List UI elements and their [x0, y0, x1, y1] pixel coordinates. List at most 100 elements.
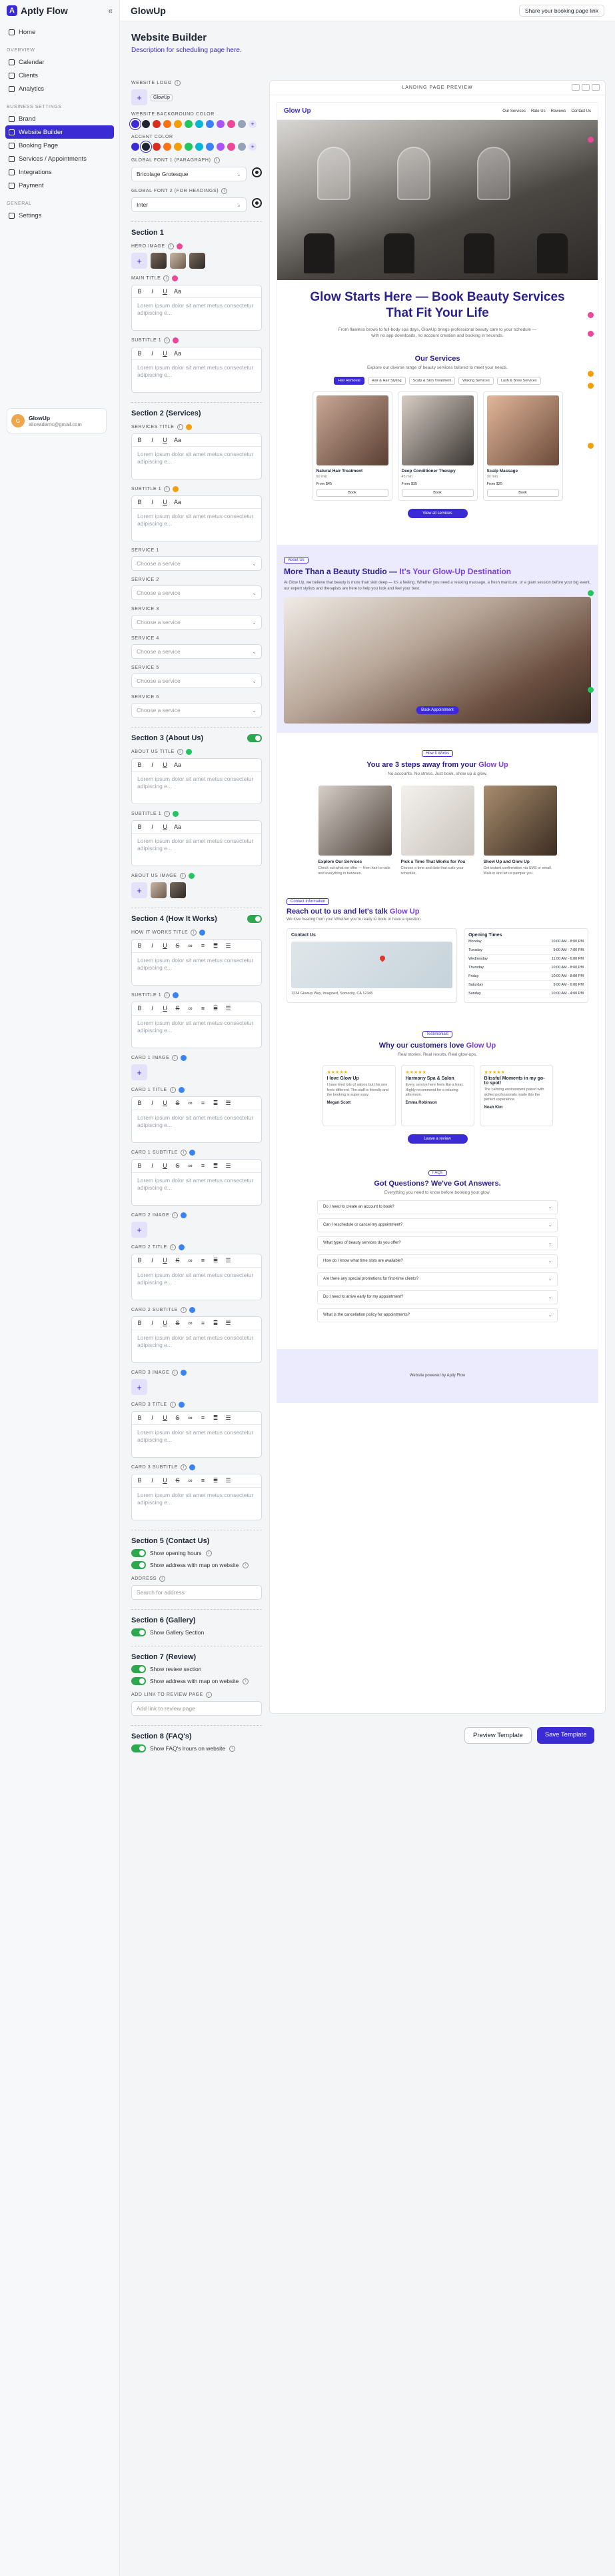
strike-icon[interactable]: S: [174, 1100, 181, 1107]
preview-template-button[interactable]: Preview Template: [464, 1727, 532, 1744]
user-card[interactable]: G GlowUp aliceadams@gmail.com: [7, 408, 107, 433]
editor-body[interactable]: Lorem ipsum dolor sit amet metus consect…: [132, 1173, 261, 1205]
main-title-editor[interactable]: B I U Aa Lorem ipsum dolor sit amet metus c…: [131, 285, 262, 331]
font2-select[interactable]: Inter ⌄: [131, 197, 247, 212]
link-icon[interactable]: ∞: [187, 1257, 194, 1264]
font-size-icon[interactable]: Aa: [174, 288, 181, 295]
site-link[interactable]: Our Services: [502, 109, 526, 113]
info-icon[interactable]: i: [172, 1055, 179, 1061]
color-swatch[interactable]: [142, 143, 150, 151]
strike-icon[interactable]: S: [174, 1414, 181, 1422]
italic-icon[interactable]: I: [149, 288, 156, 295]
underline-icon[interactable]: U: [161, 762, 169, 768]
faq-item[interactable]: What is the cancellation policy for appo…: [317, 1308, 558, 1322]
category-pill[interactable]: Hair & Hair Styling: [367, 376, 406, 385]
font2-default-radio[interactable]: [252, 198, 262, 208]
info-icon[interactable]: i: [172, 1212, 179, 1218]
info-icon[interactable]: i: [177, 424, 183, 430]
bold-icon[interactable]: B: [136, 1257, 143, 1264]
strike-icon[interactable]: S: [174, 1477, 181, 1484]
strike-icon[interactable]: S: [174, 1162, 181, 1170]
align-icon[interactable]: ☰: [225, 1320, 232, 1327]
service-3-select[interactable]: Choose a service ⌄: [131, 615, 262, 629]
underline-icon[interactable]: U: [161, 1257, 169, 1264]
color-swatch[interactable]: [174, 143, 182, 151]
list-icon[interactable]: ≡: [199, 1414, 207, 1422]
color-swatch[interactable]: [238, 120, 246, 128]
italic-icon[interactable]: I: [149, 1477, 156, 1484]
info-icon[interactable]: i: [169, 1402, 176, 1408]
color-swatch[interactable]: [195, 120, 203, 128]
show-review-toggle[interactable]: [131, 1665, 146, 1673]
site-link[interactable]: Contact Us: [571, 109, 591, 113]
info-icon[interactable]: i: [174, 80, 181, 86]
info-icon[interactable]: i: [167, 243, 174, 249]
about-title-editor[interactable]: B I U Aa Lorem ipsum dolor sit amet metus c…: [131, 758, 262, 804]
color-swatch[interactable]: [153, 143, 161, 151]
service-4-select[interactable]: Choose a service ⌄: [131, 644, 262, 659]
faq-item[interactable]: What types of beauty services do you off…: [317, 1236, 558, 1250]
bold-icon[interactable]: B: [136, 499, 143, 505]
upload-image-button[interactable]: +: [131, 1379, 147, 1395]
info-icon[interactable]: i: [164, 486, 171, 492]
align-icon[interactable]: ☰: [225, 942, 232, 950]
editor-body[interactable]: Lorem ipsum dolor sit amet metus consect…: [132, 1268, 261, 1300]
bold-icon[interactable]: B: [136, 942, 143, 950]
service-2-select[interactable]: Choose a service ⌄: [131, 585, 262, 600]
color-swatch[interactable]: [217, 143, 225, 151]
map[interactable]: [291, 941, 453, 988]
editor-body[interactable]: Lorem ipsum dolor sit amet metus consect…: [132, 834, 261, 866]
editor-body[interactable]: Lorem ipsum dolor sit amet metus consect…: [132, 1016, 261, 1048]
add-color-button[interactable]: +: [249, 120, 257, 128]
sidebar-item-analytics[interactable]: Analytics: [5, 82, 114, 95]
info-icon[interactable]: i: [164, 992, 171, 998]
book-button[interactable]: Book: [316, 489, 388, 497]
bold-icon[interactable]: B: [136, 1320, 143, 1327]
underline-icon[interactable]: U: [161, 1100, 169, 1107]
section-marker[interactable]: [588, 383, 594, 389]
share-link-button[interactable]: Share your booking page link: [518, 4, 604, 17]
link-icon[interactable]: ∞: [187, 1100, 194, 1107]
address-search-input[interactable]: Search for address: [131, 1585, 262, 1600]
info-icon[interactable]: i: [243, 1562, 249, 1568]
service-5-select[interactable]: Choose a service ⌄: [131, 674, 262, 688]
chevrons-left-icon[interactable]: «: [108, 6, 113, 15]
section-marker[interactable]: [588, 371, 594, 377]
italic-icon[interactable]: I: [149, 1162, 156, 1170]
italic-icon[interactable]: I: [149, 1005, 156, 1012]
sidebar-item-settings[interactable]: Settings: [5, 209, 114, 222]
section-marker[interactable]: [588, 443, 594, 449]
category-pill[interactable]: Scalp & Skin Treatment: [408, 376, 456, 385]
info-icon[interactable]: i: [181, 1307, 187, 1313]
sidebar-item-services[interactable]: Services / Appointments: [5, 152, 114, 165]
editor-body[interactable]: Lorem ipsum dolor sit amet metus consect…: [132, 298, 261, 330]
underline-icon[interactable]: U: [161, 499, 169, 505]
image-thumbnail[interactable]: [189, 253, 205, 269]
editor-body[interactable]: Lorem ipsum dolor sit amet metus consect…: [132, 360, 261, 392]
image-thumbnail[interactable]: [151, 253, 167, 269]
color-swatch[interactable]: [217, 120, 225, 128]
ordered-list-icon[interactable]: ≣: [212, 1320, 219, 1327]
category-pill[interactable]: Lash & Brow Services: [496, 376, 541, 385]
ordered-list-icon[interactable]: ≣: [212, 1100, 219, 1107]
color-swatch[interactable]: [174, 120, 182, 128]
sidebar-item-calendar[interactable]: Calendar: [5, 55, 114, 69]
link-icon[interactable]: ∞: [187, 1005, 194, 1012]
sidebar-item-booking-page[interactable]: Booking Page: [5, 139, 114, 152]
link-icon[interactable]: ∞: [187, 1162, 194, 1170]
image-thumbnail[interactable]: [170, 882, 186, 898]
sidebar-item-clients[interactable]: Clients: [5, 69, 114, 82]
underline-icon[interactable]: U: [161, 1414, 169, 1422]
bold-icon[interactable]: B: [136, 437, 143, 443]
underline-icon[interactable]: U: [161, 942, 169, 950]
info-icon[interactable]: i: [169, 1244, 176, 1250]
sidebar-item-website-builder[interactable]: Website Builder: [5, 125, 114, 139]
strike-icon[interactable]: S: [174, 942, 181, 950]
italic-icon[interactable]: I: [149, 499, 156, 505]
color-swatch[interactable]: [238, 143, 246, 151]
italic-icon[interactable]: I: [149, 1320, 156, 1327]
italic-icon[interactable]: I: [149, 1414, 156, 1422]
book-button[interactable]: Book: [401, 489, 474, 497]
about-subtitle-editor[interactable]: B I U Aa Lorem ipsum dolor sit amet metus c…: [131, 820, 262, 866]
color-swatch[interactable]: [206, 120, 214, 128]
